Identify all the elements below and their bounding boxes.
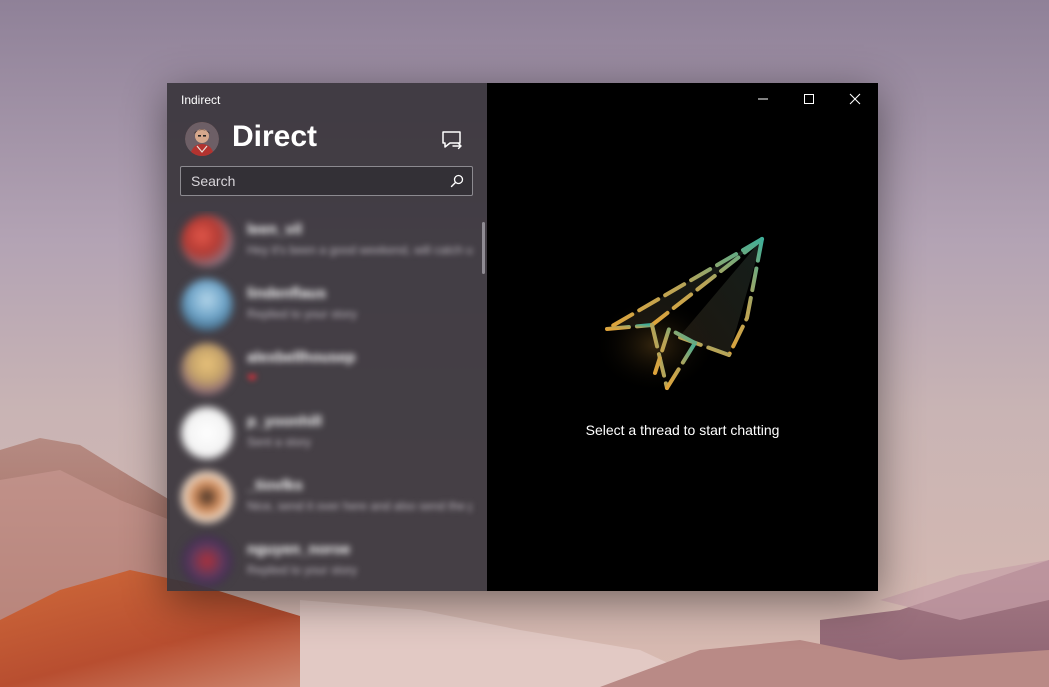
thread-list: leen_vil Hey it's been a good weekend, w… xyxy=(167,211,479,591)
thread-item[interactable]: p_yoonhill Sent a story xyxy=(167,403,479,467)
thread-item[interactable]: alexbellhousep ❤ xyxy=(167,339,479,403)
search-box xyxy=(180,166,473,196)
page-title: Direct xyxy=(232,120,318,153)
thread-preview: Hey it's been a good weekend, will catch… xyxy=(247,243,472,257)
close-icon xyxy=(849,93,861,105)
thread-list-pane: Indirect Direct Search leen_vil Hey it's… xyxy=(167,83,487,591)
thread-name: alexbellhousep xyxy=(247,349,356,366)
empty-state-message: Select a thread to start chatting xyxy=(585,422,780,438)
avatar-image xyxy=(185,122,219,156)
profile-avatar[interactable] xyxy=(185,122,219,156)
thread-preview: Replied to your story xyxy=(247,563,358,577)
app-window: Indirect Direct Search leen_vil Hey it's… xyxy=(167,83,878,591)
thread-avatar xyxy=(181,279,233,331)
thread-avatar xyxy=(181,471,233,523)
thread-preview: Sent a story xyxy=(247,435,312,449)
new-message-icon xyxy=(442,131,462,150)
minimize-icon xyxy=(758,98,768,100)
app-title: Indirect xyxy=(181,93,221,107)
desktop: Indirect Direct Search leen_vil Hey it's… xyxy=(0,0,1049,687)
maximize-icon xyxy=(804,94,814,104)
paper-plane-icon xyxy=(593,237,764,393)
thread-avatar xyxy=(181,215,233,267)
thread-item[interactable]: lindenflaus Replied to your story xyxy=(167,275,479,339)
thread-item[interactable]: leen_vil Hey it's been a good weekend, w… xyxy=(167,211,479,275)
window-controls xyxy=(740,83,878,115)
thread-avatar xyxy=(181,535,233,587)
empty-state xyxy=(487,233,878,403)
thread-avatar xyxy=(181,407,233,459)
thread-item[interactable]: _tiovlks Nice, send it over here and als… xyxy=(167,467,479,531)
thread-name: p_yoonhill xyxy=(247,413,322,430)
conversation-pane: Select a thread to start chatting xyxy=(487,83,878,591)
thread-name: nguyen_noroe xyxy=(247,541,351,558)
thread-avatar xyxy=(181,343,233,395)
thread-preview: ❤ xyxy=(247,371,258,385)
new-message-button[interactable] xyxy=(439,127,465,153)
search-icon[interactable] xyxy=(450,174,464,188)
close-button[interactable] xyxy=(832,83,878,115)
thread-preview: Replied to your story xyxy=(247,307,358,321)
thread-name: lindenflaus xyxy=(247,285,327,302)
thread-list-scrollbar[interactable] xyxy=(482,222,485,274)
thread-item[interactable]: nguyen_noroe Replied to your story xyxy=(167,531,479,591)
thread-name: leen_vil xyxy=(247,221,303,238)
maximize-button[interactable] xyxy=(786,83,832,115)
paper-plane-illustration xyxy=(593,233,767,398)
search-input[interactable] xyxy=(181,167,441,195)
thread-preview: Nice, send it over here and also send th… xyxy=(247,499,472,513)
minimize-button[interactable] xyxy=(740,83,786,115)
thread-name: _tiovlks xyxy=(247,477,303,494)
